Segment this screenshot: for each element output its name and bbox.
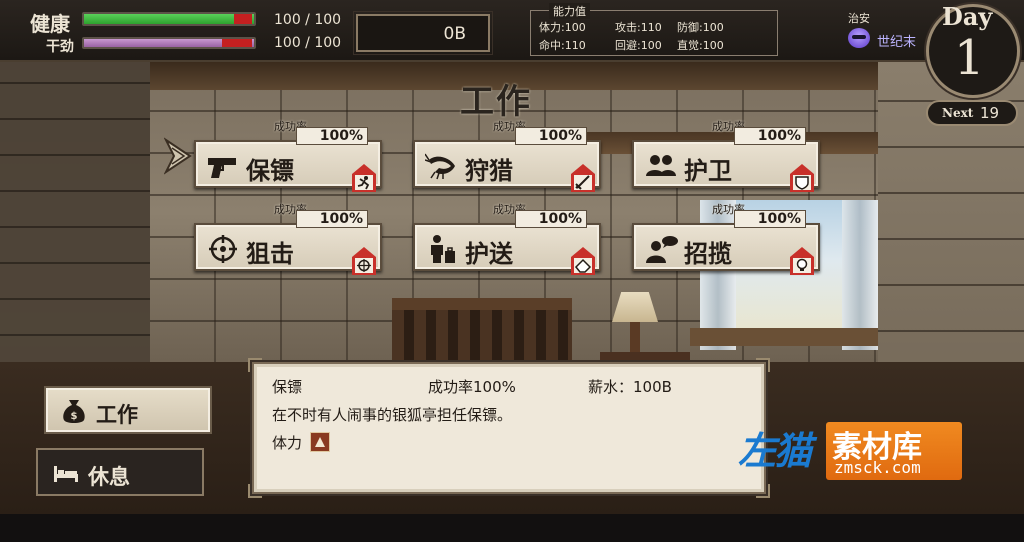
person-luggage-icon bbox=[431, 235, 455, 263]
info-description: 在不时有人闹事的银狐亭担任保镖。 bbox=[272, 406, 513, 424]
runner-badge-icon bbox=[352, 164, 376, 192]
panel-corner-ornament bbox=[248, 358, 262, 372]
panel-corner-ornament bbox=[248, 484, 262, 498]
status-bar: 健康 100 / 100 干劲 100 / 100 0B 能力值 体力:100 … bbox=[0, 0, 1024, 62]
security-value: 世纪末 bbox=[877, 35, 917, 50]
job-label: 护送 bbox=[465, 240, 513, 268]
watermark-brand: 左猫 bbox=[738, 429, 812, 473]
health-label: 健康 bbox=[30, 12, 70, 36]
page-title: 工作 bbox=[460, 82, 532, 122]
group-icon bbox=[646, 155, 676, 176]
ability-attack: 攻击:110 bbox=[615, 21, 662, 34]
success-rate-value: 100% bbox=[296, 210, 368, 228]
job-label: 狙击 bbox=[246, 240, 294, 268]
selector-arrow-icon bbox=[164, 137, 192, 175]
job-label: 狩猎 bbox=[465, 157, 513, 185]
success-rate-value: 100% bbox=[734, 210, 806, 228]
ability-stamina: 体力:100 bbox=[539, 21, 586, 34]
info-job-name: 保镖 bbox=[272, 378, 303, 396]
lamp-stand bbox=[630, 322, 640, 354]
health-bar-fill bbox=[84, 14, 254, 24]
nav-work-button[interactable]: $ 工作 bbox=[44, 386, 212, 434]
next-value: 19 bbox=[980, 104, 1000, 122]
pistol-icon bbox=[208, 158, 236, 178]
job-button-hunting[interactable]: 狩猎 成功率 100% bbox=[413, 120, 601, 192]
info-success-rate: 成功率100% bbox=[428, 378, 516, 396]
job-button-bodyguard[interactable]: 保镖 成功率 100% bbox=[194, 120, 382, 192]
ability-defense: 防御:100 bbox=[677, 21, 724, 34]
job-label: 招揽 bbox=[684, 240, 732, 268]
nav-rest-button[interactable]: 休息 bbox=[36, 448, 204, 496]
side-table bbox=[600, 352, 690, 362]
job-info-panel: 保镖 成功率100% 薪水：100B 在不时有人闹事的银狐亭担任保镖。 体力 bbox=[248, 358, 770, 498]
success-rate-value: 100% bbox=[296, 127, 368, 145]
stamina-bar bbox=[82, 37, 256, 49]
ability-evasion: 回避:100 bbox=[615, 39, 662, 52]
success-rate-value: 100% bbox=[734, 127, 806, 145]
job-button-sniping[interactable]: 狙击 成功率 100% bbox=[194, 203, 382, 275]
watermark-logo: 左猫 素材库 zmsck.com bbox=[738, 420, 964, 484]
stamina-value: 100 / 100 bbox=[274, 35, 342, 51]
bed-icon bbox=[54, 466, 78, 482]
health-bar-deficit bbox=[234, 14, 252, 24]
bulb-badge-icon bbox=[790, 247, 814, 275]
panel-corner-ornament bbox=[756, 358, 770, 372]
day-number: 1 bbox=[954, 30, 985, 86]
job-button-escort-guard[interactable]: 护卫 成功率 100% bbox=[632, 120, 820, 192]
success-rate-tag: 成功率 100% bbox=[274, 201, 368, 231]
success-rate-value: 100% bbox=[515, 127, 587, 145]
watermark-url: zmsck.com bbox=[834, 458, 921, 477]
success-rate-tag: 成功率 100% bbox=[493, 201, 587, 231]
panel-corner-ornament bbox=[756, 484, 770, 498]
sword-badge-icon bbox=[571, 164, 595, 192]
crosshair-icon bbox=[209, 235, 237, 263]
info-requirement-label: 体力 bbox=[272, 434, 303, 452]
job-button-convoy[interactable]: 护送 成功率 100% bbox=[413, 203, 601, 275]
crosshair-badge-icon bbox=[352, 247, 376, 275]
abilities-panel: 能力值 体力:100 攻击:110 防御:100 命中:110 回避:100 直… bbox=[530, 3, 778, 56]
health-bar bbox=[82, 12, 256, 26]
security-label: 治安 bbox=[848, 12, 870, 25]
stamina-bar-deficit bbox=[222, 39, 252, 47]
success-rate-tag: 成功率 100% bbox=[493, 118, 587, 148]
money-display: 0B bbox=[353, 11, 493, 55]
day-label: Day bbox=[942, 2, 993, 31]
shield-badge-icon bbox=[790, 164, 814, 192]
next-counter: Next 19 bbox=[926, 100, 1018, 126]
next-label: Next bbox=[942, 106, 974, 120]
success-rate-value: 100% bbox=[515, 210, 587, 228]
stamina-label: 干劲 bbox=[46, 39, 74, 55]
health-value: 100 / 100 bbox=[274, 12, 342, 28]
ability-accuracy: 命中:110 bbox=[539, 39, 586, 52]
money-value: 0B bbox=[443, 24, 466, 44]
nav-rest-label: 休息 bbox=[88, 465, 130, 489]
bottom-bar bbox=[0, 514, 1024, 542]
job-label: 护卫 bbox=[684, 157, 732, 185]
money-bag-icon: $ bbox=[63, 400, 85, 423]
ability-intuition: 直觉:100 bbox=[677, 39, 724, 52]
success-rate-tag: 成功率 100% bbox=[712, 118, 806, 148]
job-button-recruiting[interactable]: 招揽 成功率 100% bbox=[632, 203, 820, 275]
person-speech-icon bbox=[646, 236, 678, 263]
job-label: 保镖 bbox=[246, 157, 294, 185]
abilities-title: 能力值 bbox=[549, 3, 590, 19]
eraser-badge-icon bbox=[571, 247, 595, 275]
face-icon bbox=[848, 28, 870, 48]
day-counter: Day 1 Next 19 bbox=[924, 0, 1024, 130]
svg-text:$: $ bbox=[71, 411, 78, 422]
info-salary: 薪水：100B bbox=[588, 378, 672, 396]
success-rate-tag: 成功率 100% bbox=[712, 201, 806, 231]
success-rate-tag: 成功率 100% bbox=[274, 118, 368, 148]
window-sill bbox=[690, 328, 880, 346]
watermark-badge: 素材库 zmsck.com bbox=[826, 422, 962, 480]
nav-work-label: 工作 bbox=[96, 403, 138, 427]
shrimp-icon bbox=[425, 153, 455, 180]
up-arrow-icon bbox=[310, 432, 330, 452]
